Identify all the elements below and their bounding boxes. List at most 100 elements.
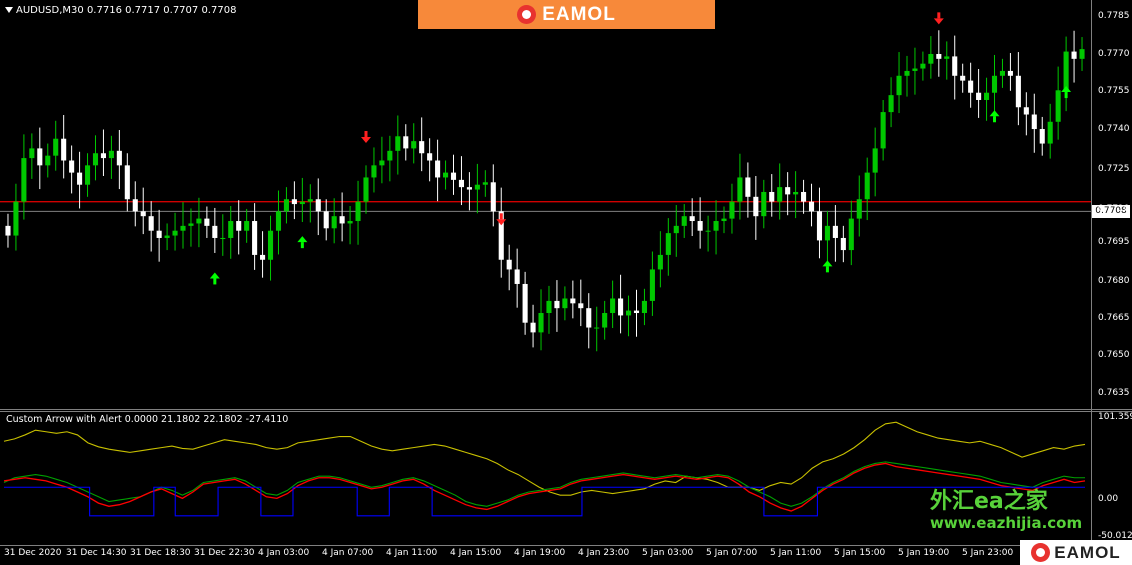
candle xyxy=(307,184,313,223)
candle xyxy=(530,304,536,348)
candle xyxy=(29,133,35,179)
symbol-dropdown-icon[interactable] xyxy=(5,7,13,13)
candle xyxy=(164,223,170,251)
candle xyxy=(252,203,258,270)
watermark-url: www.eazhijia.com xyxy=(930,514,1083,532)
price-tick-label: 0.7695 xyxy=(1098,237,1130,247)
candle xyxy=(506,244,512,291)
candle xyxy=(737,153,743,220)
price-tick-label: 0.7680 xyxy=(1098,276,1130,286)
candle xyxy=(872,127,878,197)
candle xyxy=(244,208,250,243)
watermark-chinese: 外汇ea之家 xyxy=(930,489,1048,514)
candle xyxy=(514,248,520,308)
candle xyxy=(649,251,655,316)
candle xyxy=(355,180,361,245)
buy-arrow-icon xyxy=(209,272,220,285)
candle xyxy=(180,202,186,249)
candle xyxy=(753,175,759,240)
candle xyxy=(84,153,91,197)
candle xyxy=(824,210,830,262)
candle xyxy=(578,279,584,327)
candle xyxy=(999,58,1006,88)
time-tick-label: 5 Jan 23:00 xyxy=(962,548,1014,558)
candle xyxy=(283,187,289,224)
candle xyxy=(769,174,775,217)
candle xyxy=(538,289,544,351)
candle xyxy=(1063,36,1069,112)
candle xyxy=(69,145,75,194)
candle xyxy=(570,280,576,319)
candle xyxy=(888,77,894,128)
time-tick-label: 4 Jan 11:00 xyxy=(386,548,438,558)
candle xyxy=(610,280,616,329)
candle xyxy=(785,172,791,216)
candle xyxy=(466,172,472,211)
candle xyxy=(379,136,385,184)
candle xyxy=(148,201,154,252)
candle xyxy=(904,55,910,97)
candle xyxy=(705,215,711,252)
candle xyxy=(673,205,679,257)
candle xyxy=(944,41,950,80)
candle xyxy=(920,51,926,81)
candle xyxy=(856,175,862,237)
candle xyxy=(586,293,592,349)
brand-banner-bottom: EAMOL xyxy=(1020,540,1132,565)
eamol-logo-icon xyxy=(517,5,537,24)
candle xyxy=(371,147,377,193)
candle xyxy=(387,135,393,182)
candle xyxy=(848,200,854,266)
sell-arrow-icon xyxy=(933,12,944,25)
sell-arrow-icon xyxy=(496,213,507,226)
candle xyxy=(100,129,106,176)
candle xyxy=(952,35,958,100)
price-chart[interactable] xyxy=(0,0,1132,565)
candle xyxy=(1031,93,1037,153)
candle xyxy=(299,177,305,222)
price-tick-label: 0.7650 xyxy=(1098,350,1130,360)
candle xyxy=(315,178,321,236)
price-tick-label: 0.7770 xyxy=(1098,49,1130,59)
candle xyxy=(267,215,274,281)
price-tick-label: 0.7740 xyxy=(1098,124,1130,134)
candle xyxy=(880,99,886,161)
candle xyxy=(188,208,194,247)
candle xyxy=(260,231,266,278)
candle xyxy=(936,30,942,77)
candle xyxy=(618,274,624,334)
candle xyxy=(1079,37,1085,71)
candle xyxy=(721,206,727,234)
candle xyxy=(403,124,409,161)
price-tick-label: 0.7785 xyxy=(1098,11,1130,21)
candle xyxy=(1055,66,1061,140)
candle xyxy=(172,212,178,251)
candle xyxy=(832,205,838,262)
buy-arrow-icon xyxy=(822,260,833,273)
buy-arrow-icon xyxy=(297,236,308,249)
time-tick-label: 4 Jan 15:00 xyxy=(450,548,502,558)
candle xyxy=(665,218,671,276)
time-tick-label: 4 Jan 03:00 xyxy=(258,548,310,558)
candle xyxy=(713,200,719,255)
candle xyxy=(896,52,902,114)
candle xyxy=(960,63,966,93)
candles-layer xyxy=(5,30,1085,352)
candle xyxy=(474,163,480,214)
candle xyxy=(363,165,369,214)
signal-arrows-layer xyxy=(209,12,1072,285)
indicator-tick-label: 101.3599 xyxy=(1098,412,1132,422)
candle xyxy=(1039,116,1045,156)
candle xyxy=(1023,92,1029,136)
candle xyxy=(116,130,122,190)
indicator-lines-layer xyxy=(3,421,1086,517)
candle xyxy=(5,213,11,248)
brand-name: EAMOL xyxy=(1054,542,1121,562)
candle xyxy=(928,36,934,79)
time-tick-label: 4 Jan 19:00 xyxy=(514,548,566,558)
candle xyxy=(816,187,823,259)
candle xyxy=(212,207,218,253)
price-tick-label: 0.7725 xyxy=(1098,164,1130,174)
brand-banner-top: EAMOL xyxy=(418,0,715,29)
candle xyxy=(395,115,401,175)
